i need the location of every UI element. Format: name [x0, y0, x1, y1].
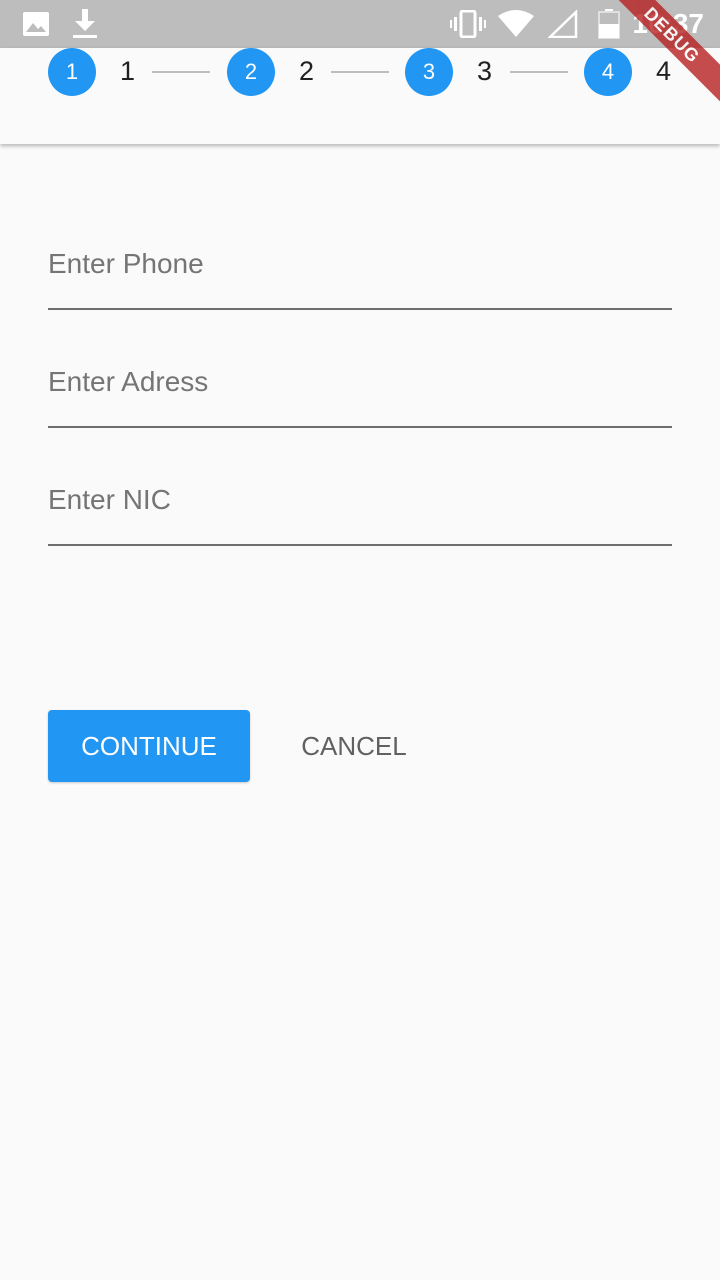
- nic-field: [48, 456, 672, 546]
- signal-icon: [548, 10, 578, 38]
- phone-field: [48, 220, 672, 310]
- wifi-icon: [498, 10, 534, 37]
- step-1-label[interactable]: 1: [120, 56, 135, 87]
- step-2-label[interactable]: 2: [299, 56, 314, 87]
- battery-icon: [598, 9, 620, 39]
- nic-input[interactable]: [48, 456, 672, 544]
- step-3-label[interactable]: 3: [477, 56, 492, 87]
- address-input[interactable]: [48, 338, 672, 426]
- address-field: [48, 338, 672, 428]
- step-4-label[interactable]: 4: [656, 56, 671, 87]
- step-2-indicator[interactable]: 2: [227, 48, 275, 96]
- step-connector: [331, 71, 389, 73]
- phone-input[interactable]: [48, 220, 672, 308]
- cancel-button[interactable]: CANCEL: [286, 710, 422, 782]
- step-connector: [510, 71, 568, 73]
- stepper-header: 1 1 2 2 3 3 4 4: [0, 48, 720, 144]
- vibrate-icon: [450, 10, 486, 38]
- status-bar: 10:37: [0, 0, 720, 48]
- image-icon: [23, 12, 49, 36]
- step-connector: [152, 71, 210, 73]
- step-1-indicator[interactable]: 1: [48, 48, 96, 96]
- download-icon: [73, 9, 97, 38]
- step-4-indicator[interactable]: 4: [584, 48, 632, 96]
- step-3-indicator[interactable]: 3: [405, 48, 453, 96]
- continue-button[interactable]: CONTINUE: [48, 710, 250, 782]
